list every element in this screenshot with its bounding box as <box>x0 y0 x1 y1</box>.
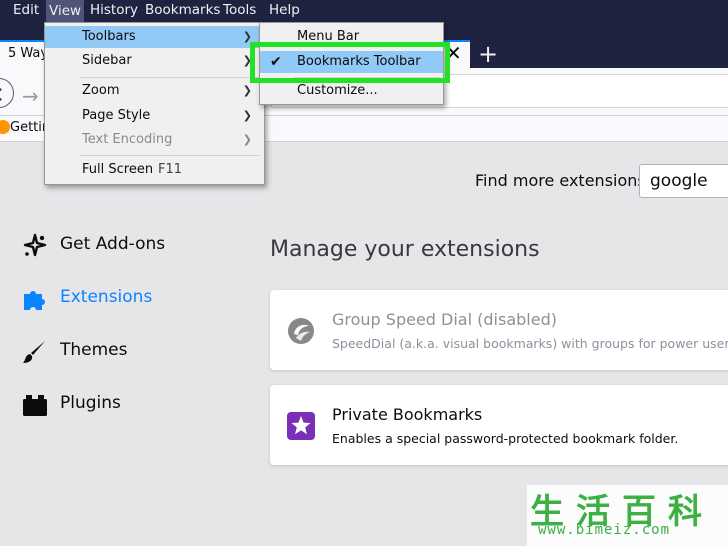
extension-name: Group Speed Dial (disabled) <box>332 310 557 329</box>
category-label: Plugins <box>60 393 121 413</box>
tab-title: 5 Way <box>8 46 49 61</box>
menu-item-label: Text Encoding <box>82 132 173 147</box>
extension-card[interactable]: Group Speed Dial (disabled) SpeedDial (a… <box>270 290 728 370</box>
menu-separator <box>79 77 260 78</box>
category-label: Get Add-ons <box>60 234 166 254</box>
menu-separator <box>79 155 260 156</box>
menu-bookmarks[interactable]: Bookmarks <box>145 2 220 18</box>
category-label: Extensions <box>60 287 153 307</box>
menu-edit[interactable]: Edit <box>13 2 39 18</box>
category-label: Themes <box>60 340 128 360</box>
paintbrush-icon <box>23 341 45 363</box>
extension-card[interactable]: Private Bookmarks Enables a special pass… <box>270 385 728 465</box>
page-title: Manage your extensions <box>270 237 540 262</box>
toolbars-customize[interactable]: Customize... <box>260 80 443 102</box>
forward-arrow-icon[interactable]: → <box>22 84 39 108</box>
view-menu-zoom[interactable]: Zoom ❯ <box>45 80 264 102</box>
puzzle-piece-icon <box>24 291 45 310</box>
menu-item-label: Full Screen <box>82 162 154 177</box>
view-menu-text-encoding: Text Encoding ❯ <box>45 129 264 151</box>
menu-item-label: Page Style <box>82 108 151 123</box>
extension-name: Private Bookmarks <box>332 405 483 424</box>
extension-description: Enables a special password-protected boo… <box>332 431 679 446</box>
menu-bar: Edit View History Bookmarks Tools Help <box>0 0 728 22</box>
menu-help[interactable]: Help <box>269 2 300 18</box>
submenu-arrow-icon: ❯ <box>242 109 252 122</box>
plugin-block-icon <box>23 395 47 416</box>
view-menu-toolbars[interactable]: Toolbars ❯ <box>45 26 264 48</box>
menu-item-shortcut: F11 <box>158 162 183 177</box>
extension-description: SpeedDial (a.k.a. visual bookmarks) with… <box>332 336 728 351</box>
menu-view[interactable]: View <box>46 0 85 22</box>
find-extensions-label: Find more extensions <box>475 171 646 190</box>
submenu-arrow-icon: ❯ <box>242 133 252 146</box>
submenu-arrow-icon: ❯ <box>242 84 252 97</box>
find-extensions-input[interactable]: google <box>639 164 728 198</box>
watermark-url: www.bimeiz.com <box>538 522 671 538</box>
puzzle-sparkle-icon <box>23 233 47 257</box>
menu-item-label: Toolbars <box>82 29 136 44</box>
menu-item-label: Zoom <box>82 83 120 98</box>
group-speed-dial-icon <box>288 318 314 344</box>
private-bookmarks-star-icon <box>287 412 315 440</box>
menu-item-label: Sidebar <box>82 53 132 68</box>
new-tab-icon[interactable]: + <box>478 40 498 68</box>
view-menu-sidebar[interactable]: Sidebar ❯ <box>45 50 264 72</box>
highlight-box <box>250 42 450 83</box>
menu-tools[interactable]: Tools <box>223 2 256 18</box>
view-menu-full-screen[interactable]: Full Screen F11 <box>45 159 264 181</box>
view-menu-page-style[interactable]: Page Style ❯ <box>45 105 264 127</box>
menu-history[interactable]: History <box>90 2 138 18</box>
view-menu: Toolbars ❯ Sidebar ❯ Zoom ❯ Page Style ❯… <box>44 22 265 185</box>
menu-item-label: Customize... <box>297 83 378 98</box>
